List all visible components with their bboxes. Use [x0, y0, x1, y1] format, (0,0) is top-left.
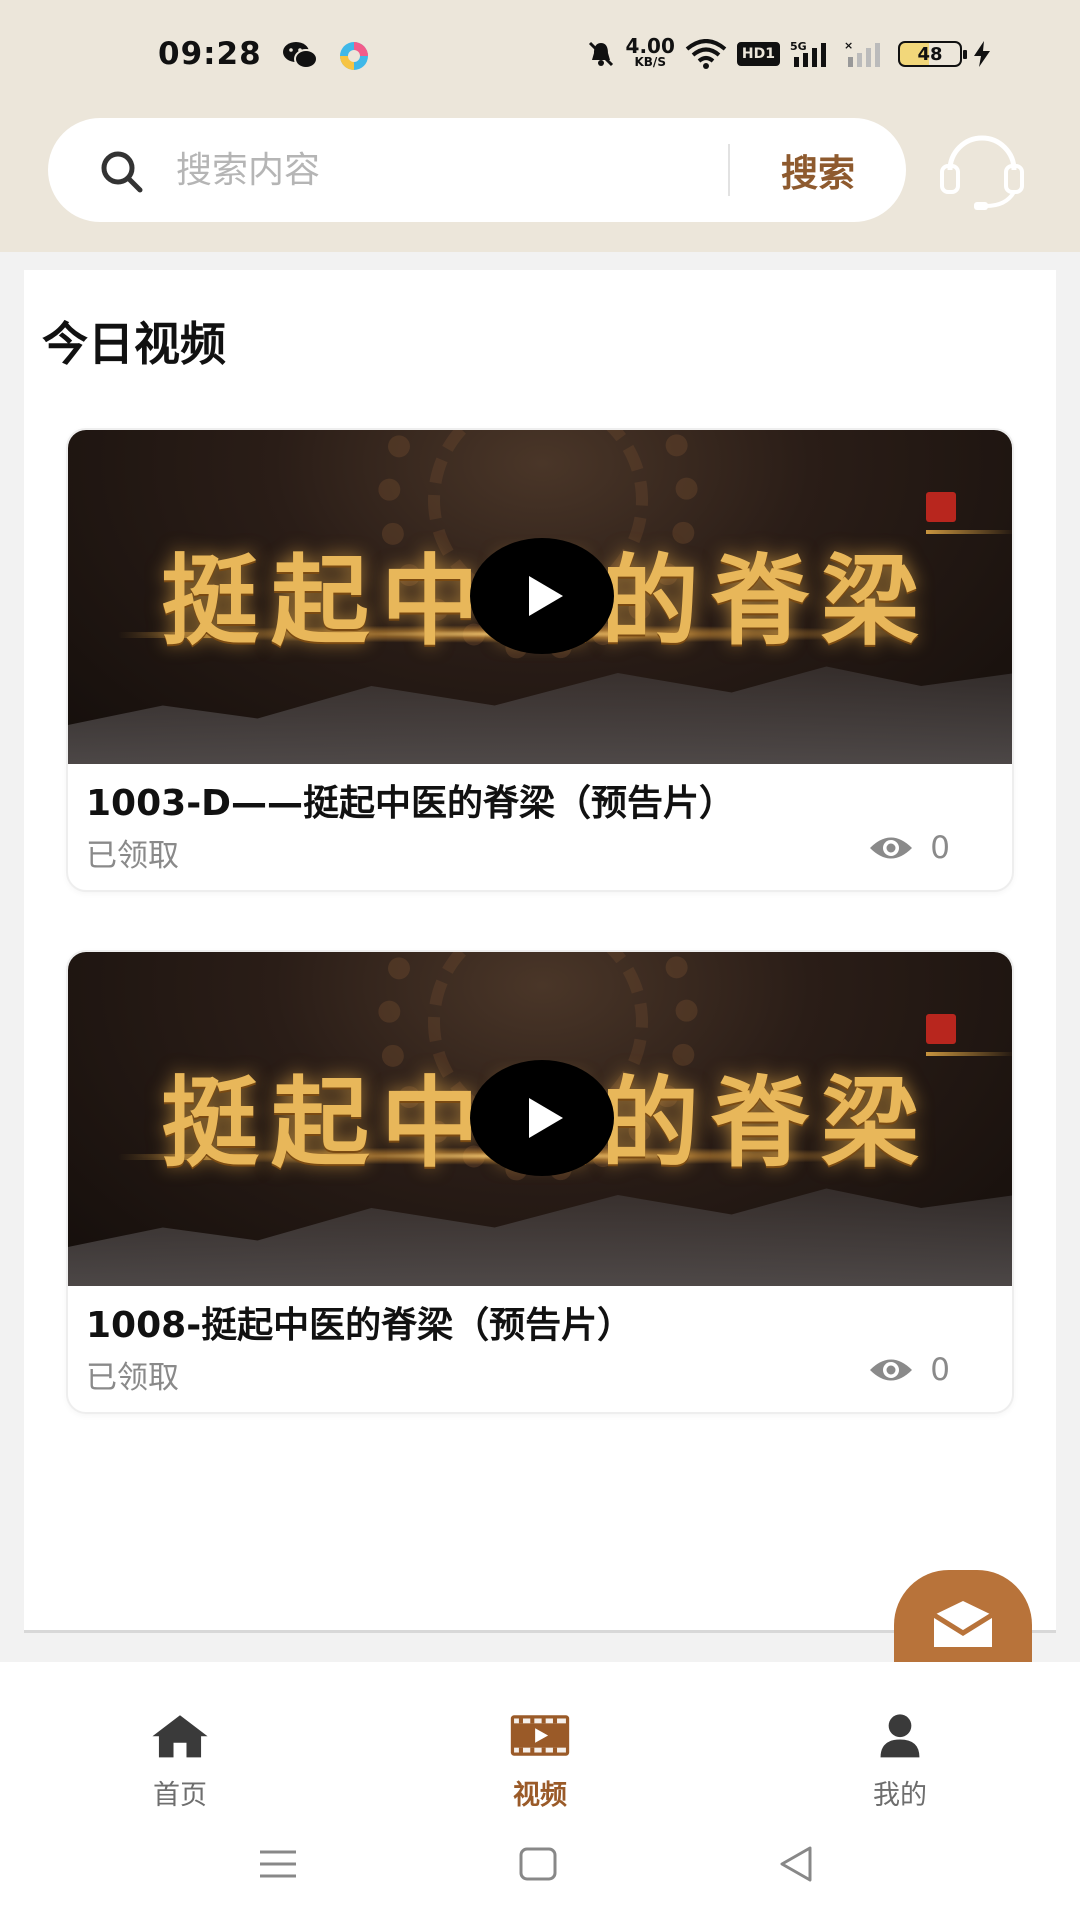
search-input[interactable]: [176, 136, 736, 204]
thumbnail-red-seal: [926, 1014, 956, 1044]
view-count-group: 0: [868, 1352, 950, 1388]
app-header: 09:28 4.00 KB/S HD1 5G × 48 搜索内容 搜索: [0, 0, 1080, 252]
net-speed: 4.00 KB/S: [625, 34, 675, 70]
wifi-icon: [685, 39, 727, 69]
envelope-icon: [932, 1601, 994, 1647]
customer-service-headset-icon[interactable]: [936, 126, 1028, 210]
system-nav-bar: [0, 1812, 1080, 1920]
tab-profile-label: 我的: [873, 1780, 927, 1811]
tab-video[interactable]: 视频: [360, 1662, 720, 1812]
video-card[interactable]: 挺起中医的脊梁 1008-挺起中医的脊梁（预告片） 已领取 0: [66, 950, 1014, 1414]
section-title: 今日视频: [42, 317, 226, 371]
eye-icon: [870, 1359, 913, 1381]
user-icon: [880, 1714, 920, 1758]
tab-profile[interactable]: 我的: [720, 1662, 1080, 1812]
tab-video-label: 视频: [513, 1780, 567, 1811]
status-right-icons: 4.00 KB/S HD1 5G × 48: [586, 34, 992, 70]
net-speed-unit: KB/S: [634, 55, 666, 69]
battery-level: 48: [917, 43, 943, 65]
video-status: 已领取: [86, 1360, 179, 1396]
back-icon[interactable]: [774, 1842, 818, 1886]
tab-home-label: 首页: [153, 1780, 207, 1811]
search-button[interactable]: 搜索: [748, 136, 888, 204]
signal-icon: 5G: [790, 40, 826, 67]
video-title[interactable]: 1003-D——挺起中医的脊梁（预告片）: [86, 774, 986, 826]
video-thumbnail[interactable]: 挺起中医的脊梁: [68, 952, 1012, 1286]
home-button-icon[interactable]: [516, 1842, 560, 1886]
charging-icon: [974, 41, 990, 67]
video-status: 已领取: [86, 838, 179, 874]
tab-home[interactable]: 首页: [0, 1662, 360, 1812]
signal-weak-icon: ×: [844, 39, 880, 67]
video-card[interactable]: 挺起中医的脊梁 1003-D——挺起中医的脊梁（预告片） 已领取 0: [66, 428, 1014, 892]
video-thumbnail[interactable]: 挺起中医的脊梁: [68, 430, 1012, 764]
colorful-app-icon: [340, 42, 368, 70]
video-icon: [510, 1715, 570, 1756]
view-count-group: 0: [868, 830, 950, 866]
view-count: 0: [930, 830, 950, 866]
video-title[interactable]: 1008-挺起中医的脊梁（预告片）: [86, 1296, 986, 1348]
search-bar: 搜索: [48, 118, 906, 222]
thumbnail-red-seal: [926, 492, 956, 522]
content-card: 今日视频 挺起中医的脊梁 1003-D——挺起中医的脊梁（预告片） 已领取: [24, 270, 1056, 1632]
wechat-icon: [283, 42, 318, 69]
video-list: 挺起中医的脊梁 1003-D——挺起中医的脊梁（预告片） 已领取 0: [66, 428, 1014, 1472]
play-button[interactable]: [470, 1060, 614, 1176]
hd-badge: HD1: [736, 42, 780, 66]
net-speed-value: 4.00: [625, 34, 675, 58]
network-label: 5G: [790, 40, 807, 53]
bottom-tab-bar: 首页 视频 我的: [0, 1662, 1080, 1812]
status-time: 09:28: [158, 36, 262, 72]
home-icon: [152, 1715, 208, 1758]
search-icon: [101, 151, 143, 193]
eye-icon: [870, 837, 913, 859]
status-bar: 09:28 4.00 KB/S HD1 5G × 48: [0, 0, 1080, 110]
svg-text:×: ×: [844, 39, 853, 52]
play-icon: [529, 1098, 563, 1138]
search-divider: [728, 144, 730, 196]
menu-icon[interactable]: [256, 1842, 300, 1886]
view-count: 0: [930, 1352, 950, 1388]
status-app-icons: [282, 40, 370, 72]
battery-indicator: 48: [898, 41, 967, 67]
mute-bell-icon: [588, 41, 613, 67]
play-button[interactable]: [470, 538, 614, 654]
play-icon: [529, 576, 563, 616]
